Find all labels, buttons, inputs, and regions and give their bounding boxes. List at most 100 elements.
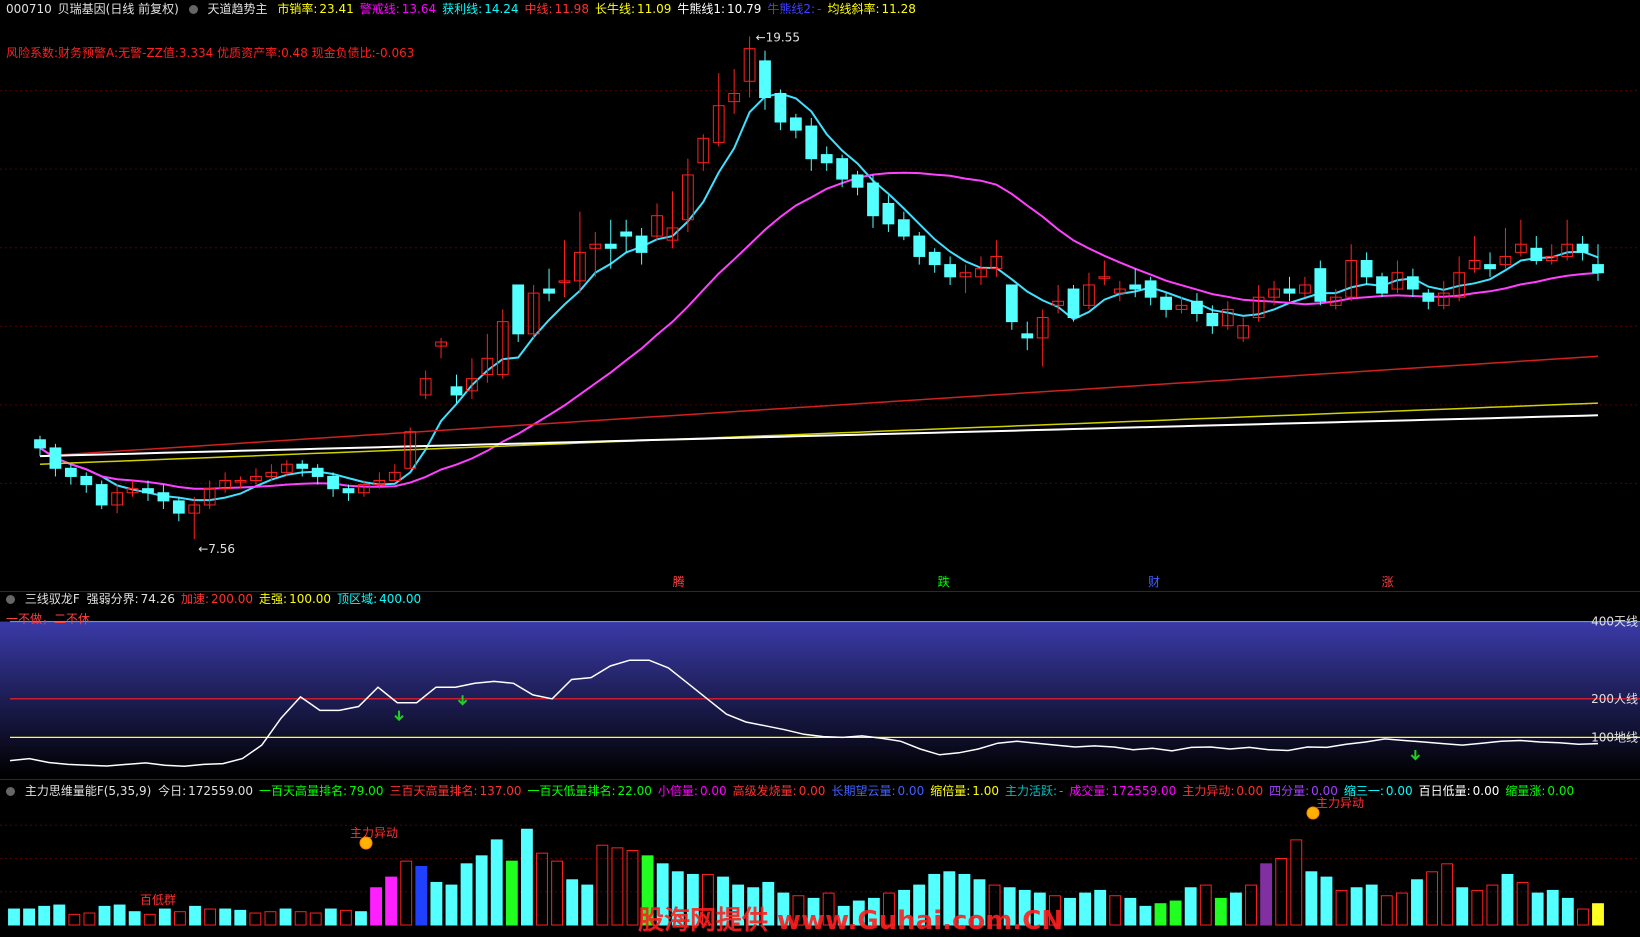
- candle-body: [1283, 288, 1296, 294]
- volume-bar: [1441, 863, 1454, 926]
- param-item: 四分量: 0.00: [1269, 784, 1338, 798]
- candle-body: [172, 500, 185, 514]
- candle-body: [49, 447, 62, 469]
- oscillator-chart[interactable]: 400天线 200人线 100地线: [0, 596, 1640, 778]
- candle: [1314, 260, 1327, 306]
- param-item: 缩三一: 0.00: [1344, 784, 1413, 798]
- param-value: 0.00: [1547, 784, 1575, 798]
- param-label: 牛熊线2:: [767, 2, 816, 16]
- param-item: 警戒线: 13.64: [360, 2, 436, 16]
- candle: [928, 248, 941, 273]
- settings-icon[interactable]: [188, 5, 198, 14]
- candle-body: [95, 484, 108, 506]
- param-label: 高级发烧量:: [732, 784, 797, 798]
- candle: [1113, 280, 1126, 302]
- candle: [1422, 289, 1435, 310]
- stock-name[interactable]: 贝瑞基因(日线 前复权): [58, 2, 179, 16]
- candle: [1083, 272, 1095, 310]
- candle: [1098, 260, 1111, 285]
- param-item: 高级发烧量: 0.00: [733, 784, 826, 798]
- volume-bar: [38, 905, 51, 926]
- candle-body: [867, 182, 879, 217]
- volume-bar: [566, 879, 579, 926]
- candle-body: [64, 467, 77, 477]
- candle-body: [774, 92, 787, 123]
- param-value: 0.00: [699, 784, 727, 798]
- param-item: 长期望云量: 0.00: [831, 784, 924, 798]
- candle: [49, 443, 62, 477]
- param-label: 长期望云量:: [831, 784, 896, 798]
- volume-bar: [1230, 892, 1242, 926]
- price-params: 市销率: 23.41 警戒线: 13.64 获利线: 14.24 中线: 11.98 长牛线: 1…: [277, 2, 922, 16]
- candle-body: [1021, 333, 1034, 339]
- panel-divider[interactable]: [0, 779, 1640, 780]
- candle-body: [1144, 280, 1157, 298]
- candle: [620, 219, 633, 253]
- candle-body: [820, 154, 833, 164]
- settings-icon[interactable]: [6, 787, 15, 796]
- candle: [1299, 276, 1311, 298]
- param-value: 0.00: [1385, 784, 1413, 798]
- volume-header: 主力思维量能F(5,35,9) 今日: 172559.00 一百天高量排名: 79.0…: [6, 784, 1586, 798]
- volume-bar: [264, 911, 277, 926]
- volume-bar: [249, 912, 262, 926]
- candle: [789, 113, 802, 139]
- param-item: 长牛线: 11.09: [595, 2, 671, 16]
- candle-body: [342, 488, 355, 494]
- candle: [111, 484, 124, 514]
- param-label: 一百天高量排名:: [259, 784, 348, 798]
- candle-body: [913, 235, 926, 257]
- alert-icon: [1306, 806, 1320, 820]
- param-value: -: [1059, 784, 1064, 798]
- candle: [172, 496, 185, 522]
- indicator-name[interactable]: 天道趋势主: [207, 2, 267, 16]
- param-label: 一百天低量排名:: [527, 784, 616, 798]
- ma-long-line: [39, 402, 1599, 465]
- param-item: 三百天高量排名: 137.00: [389, 784, 521, 798]
- param-label: 主力异动:: [1182, 784, 1235, 798]
- ma-mid-line: [39, 355, 1599, 457]
- param-label: 走强:: [259, 592, 288, 606]
- param-label: 顶区域:: [337, 592, 378, 606]
- settings-icon[interactable]: [6, 595, 15, 604]
- volume-bar: [143, 913, 156, 926]
- volume-bar: [385, 876, 398, 926]
- volume-bar: [294, 911, 307, 926]
- candle: [1514, 219, 1527, 257]
- volume-bar: [1501, 873, 1514, 926]
- param-value: 11.09: [637, 2, 672, 16]
- volume-bar: [355, 911, 367, 926]
- volume-bar: [1064, 897, 1076, 926]
- candle: [466, 358, 478, 400]
- volume-bar: [1184, 887, 1197, 926]
- candle-body: [512, 284, 525, 335]
- oscillator-name[interactable]: 三线驭龙F: [25, 592, 80, 606]
- param-label: 成交量:: [1069, 784, 1110, 798]
- volume-bar: [1365, 884, 1378, 926]
- volume-bar: [128, 911, 141, 926]
- param-item: 走强: 100.00: [259, 592, 331, 606]
- price-chart[interactable]: ←19.55 ←7.56 腾 跌 财 涨: [0, 0, 1640, 590]
- volume-bar: [490, 839, 503, 926]
- candle-body: [882, 202, 895, 225]
- candle-body: [1314, 268, 1327, 302]
- candle-body: [1129, 284, 1142, 290]
- volume-bar: [53, 904, 66, 926]
- param-item: 均线斜率: 11.28: [827, 2, 915, 16]
- candle-body: [1422, 292, 1435, 302]
- candle-body: [1592, 264, 1604, 274]
- volume-name[interactable]: 主力思维量能F(5,35,9): [25, 784, 151, 798]
- param-label: 警戒线:: [359, 2, 400, 16]
- volume-bar: [1290, 839, 1303, 926]
- volume-bar: [324, 908, 337, 926]
- param-label: 获利线:: [442, 2, 483, 16]
- candle: [774, 89, 787, 131]
- candle-body: [1406, 276, 1419, 290]
- candle: [219, 472, 232, 493]
- param-label: 今日:: [158, 784, 187, 798]
- candle: [1484, 252, 1496, 277]
- param-value: 137.00: [479, 784, 522, 798]
- candle: [419, 370, 432, 400]
- param-label: 主力活跃:: [1004, 784, 1058, 798]
- volume-bar: [98, 905, 111, 926]
